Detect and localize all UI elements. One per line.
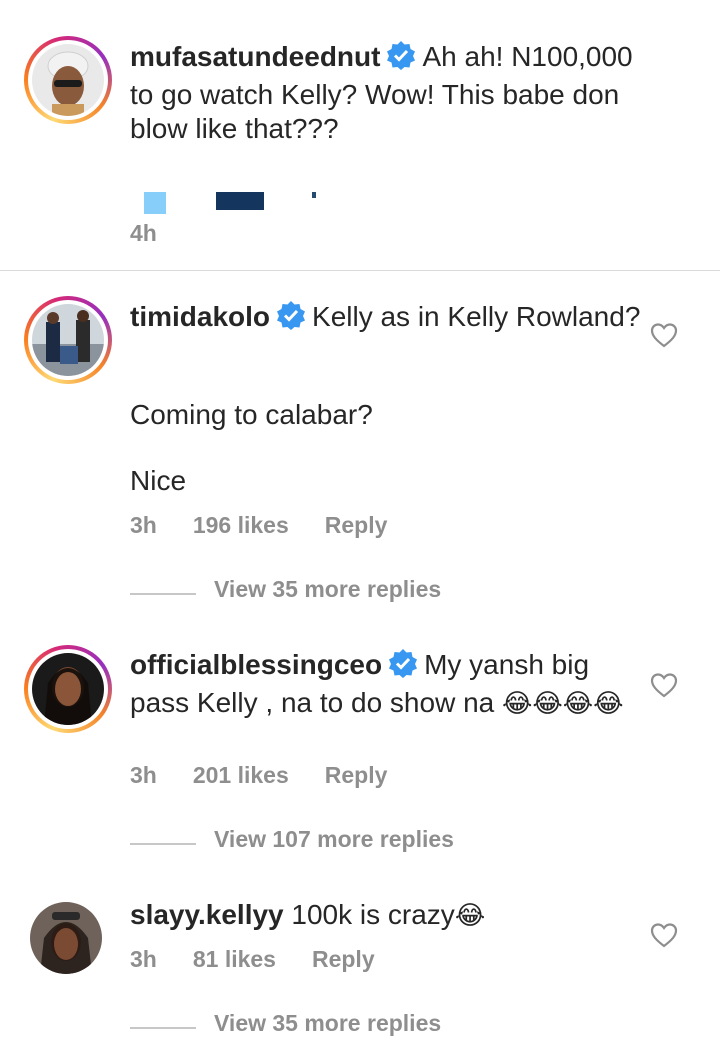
reply-button[interactable]: Reply bbox=[325, 762, 388, 788]
avatar[interactable] bbox=[24, 36, 112, 124]
comment-time: 3h bbox=[130, 762, 157, 788]
avatar-image bbox=[32, 44, 104, 116]
comment-username[interactable]: slayy.kellyy bbox=[130, 899, 284, 930]
likes-count[interactable]: 81 likes bbox=[193, 946, 276, 972]
comment-time: 3h bbox=[130, 512, 157, 538]
likes-count[interactable]: 196 likes bbox=[193, 512, 289, 538]
laughing-emoji-icon: 😂😂😂😂 bbox=[502, 689, 624, 719]
likes-count[interactable]: 201 likes bbox=[193, 762, 289, 788]
avatar[interactable] bbox=[24, 896, 112, 984]
divider-line bbox=[130, 843, 196, 845]
comment-time: 4h bbox=[130, 220, 157, 246]
divider-line bbox=[130, 1027, 196, 1029]
heart-outline-icon[interactable] bbox=[650, 322, 678, 348]
view-replies-label: View 107 more replies bbox=[214, 826, 454, 852]
comment-username[interactable]: mufasatundeednut bbox=[130, 41, 380, 72]
verified-badge-icon bbox=[386, 40, 416, 78]
comment-time: 3h bbox=[130, 946, 157, 972]
avatar-image bbox=[32, 653, 104, 725]
avatar-image bbox=[32, 304, 104, 376]
avatar[interactable] bbox=[24, 296, 112, 384]
reply-button[interactable]: Reply bbox=[312, 946, 375, 972]
comment-text: Coming to calabar? bbox=[130, 399, 373, 430]
laughing-emoji-icon: 😂 bbox=[454, 901, 486, 931]
heart-outline-icon[interactable] bbox=[650, 922, 678, 948]
comment-text: Kelly as in Kelly Rowland? bbox=[312, 301, 641, 332]
verified-badge-icon bbox=[276, 300, 306, 338]
reply-button[interactable]: Reply bbox=[325, 512, 388, 538]
view-replies-label: View 35 more replies bbox=[214, 1010, 442, 1036]
comment-text: 100k is crazy bbox=[291, 899, 455, 930]
comment-text: Nice bbox=[130, 465, 187, 496]
avatar-image bbox=[30, 902, 102, 974]
verified-badge-icon bbox=[388, 648, 418, 686]
heart-outline-icon[interactable] bbox=[650, 672, 678, 698]
avatar[interactable] bbox=[24, 645, 112, 733]
comment-username[interactable]: officialblessingceo bbox=[130, 649, 382, 680]
divider-line bbox=[130, 593, 196, 595]
view-replies-label: View 35 more replies bbox=[214, 576, 442, 602]
section-divider bbox=[0, 270, 720, 271]
comment-username[interactable]: timidakolo bbox=[130, 301, 270, 332]
